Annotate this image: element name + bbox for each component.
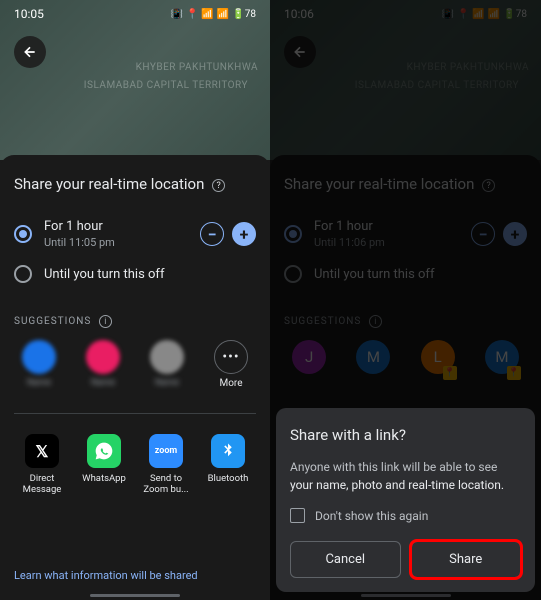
dialog-title: Share with a link? [290, 426, 521, 444]
bluetooth-icon [211, 434, 245, 468]
avatar [22, 340, 56, 374]
map-label: KHYBER PAKHTUNKHWA [136, 62, 258, 73]
contact-item[interactable]: Name [142, 340, 192, 388]
plus-button[interactable]: + [232, 222, 256, 246]
screen-right: 10:06 📳 📍 📶 📶 🔋78 KHYBER PAKHTUNKHWA ISL… [270, 0, 541, 600]
battery-icon: 🔋78 [232, 9, 256, 20]
option-title: For 1 hour [44, 219, 188, 234]
dont-show-again[interactable]: Don't show this again [290, 508, 521, 523]
app-zoom[interactable]: zoom Send to Zoom bu... [138, 434, 194, 496]
contact-name: Name [91, 378, 115, 388]
signal-icon: 📶 [217, 9, 229, 20]
learn-info-link[interactable]: Learn what information will be shared [14, 569, 198, 582]
radio-unselected[interactable] [14, 265, 32, 283]
info-icon[interactable]: i [99, 315, 112, 328]
screen-left: 10:05 📳 📍 📶 📶 🔋78 KHYBER PAKHTUNKHWA ISL… [0, 0, 270, 600]
app-direct-message[interactable]: 𝕏 Direct Message [14, 434, 70, 496]
x-icon: 𝕏 [25, 434, 59, 468]
option-subtitle: Until 11:05 pm [44, 236, 188, 249]
share-link-dialog: Share with a link? Anyone with this link… [276, 408, 535, 592]
sheet-title: Share your real-time location ? [14, 175, 256, 193]
app-bluetooth[interactable]: Bluetooth [200, 434, 256, 496]
contact-name: Name [27, 378, 51, 388]
contact-name: Name [155, 378, 179, 388]
option-until-off[interactable]: Until you turn this off [14, 257, 256, 291]
contact-item[interactable]: Name [78, 340, 128, 388]
wifi-icon: 📶 [201, 9, 213, 20]
option-for-1-hour[interactable]: For 1 hour Until 11:05 pm − + [14, 211, 256, 257]
location-icon: 📍 [186, 9, 198, 20]
back-button[interactable] [14, 36, 46, 68]
avatar [86, 340, 120, 374]
suggestions-header: SUGGESTIONS i [14, 315, 256, 328]
contact-item[interactable]: Name [14, 340, 64, 388]
more-button[interactable]: ••• More [206, 340, 256, 389]
status-icons: 📳 📍 📶 📶 🔋78 [170, 9, 256, 20]
status-time: 10:05 [14, 7, 44, 21]
share-sheet: Share your real-time location ? For 1 ho… [0, 155, 270, 600]
more-icon: ••• [214, 340, 248, 374]
whatsapp-icon [87, 434, 121, 468]
share-button[interactable]: Share [411, 541, 522, 578]
minus-button[interactable]: − [200, 222, 224, 246]
checkbox-icon[interactable] [290, 508, 305, 523]
cancel-button[interactable]: Cancel [290, 541, 401, 578]
nav-handle[interactable] [90, 594, 180, 597]
app-whatsapp[interactable]: WhatsApp [76, 434, 132, 496]
map-label: ISLAMABAD CAPITAL TERRITORY [84, 80, 248, 91]
vibrate-icon: 📳 [170, 9, 182, 20]
radio-selected[interactable] [14, 225, 32, 243]
info-icon[interactable]: ? [212, 179, 225, 192]
avatar [150, 340, 184, 374]
zoom-icon: zoom [149, 434, 183, 468]
more-label: More [219, 378, 242, 389]
dialog-body: Anyone with this link will be able to se… [290, 458, 521, 494]
apps-row: 𝕏 Direct Message WhatsApp zoom Send to Z… [14, 413, 256, 496]
option-title: Until you turn this off [44, 267, 256, 282]
suggestions-section: SUGGESTIONS i Name Name Name ••• [14, 315, 256, 389]
status-bar: 10:05 📳 📍 📶 📶 🔋78 [0, 0, 270, 28]
